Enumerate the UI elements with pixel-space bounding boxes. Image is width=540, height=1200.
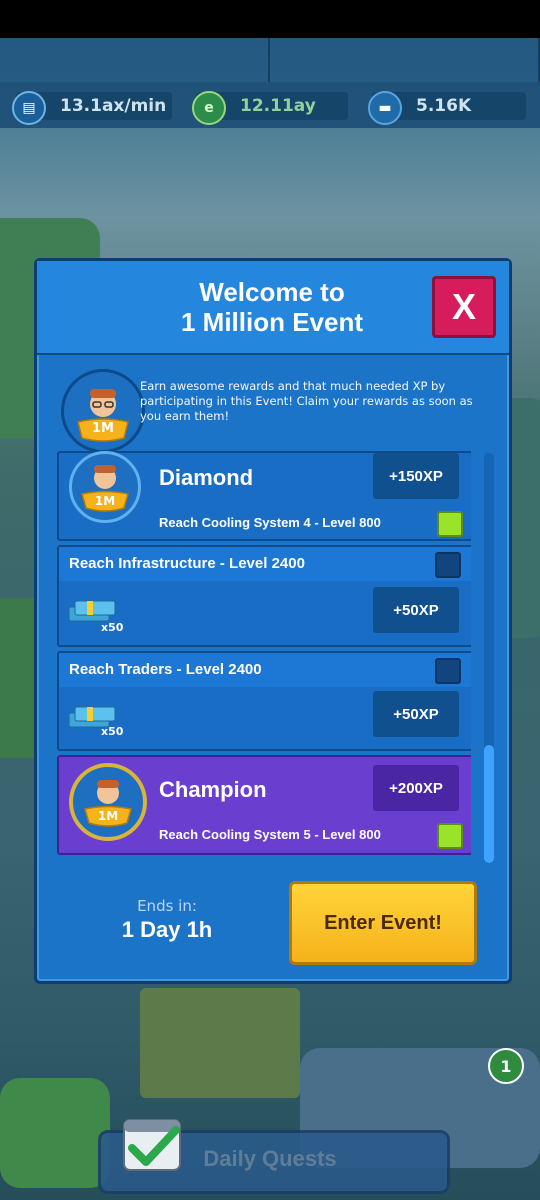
eco-coin-icon: e: [192, 91, 226, 125]
crane-structure: [140, 988, 300, 1098]
tree-cluster: [0, 1078, 110, 1188]
status-bar: [0, 0, 540, 38]
tier-name: Diamond: [159, 465, 254, 490]
eco-coins-value: 12.11ay: [240, 96, 316, 116]
badge-label: 1M: [94, 494, 116, 508]
badge-label: 1M: [92, 421, 114, 436]
reward-quantity: x50: [101, 621, 124, 634]
task-title: Reach Infrastructure - Level 2400: [69, 555, 305, 572]
badge-label: 1M: [97, 809, 119, 823]
milestone-list[interactable]: 1M Diamond +150XP Reach Cooling System 4…: [51, 451, 471, 861]
reward-quantity: x50: [101, 725, 124, 738]
resource-income[interactable]: ▤ 13.1ax/min: [12, 91, 172, 125]
enter-event-button[interactable]: Enter Event!: [289, 881, 477, 965]
ends-in-value: 1 Day 1h: [121, 917, 213, 942]
tier-name: Champion: [159, 777, 267, 802]
title-line-1: Welcome to: [199, 277, 345, 307]
xp-reward: +150XP: [373, 453, 459, 499]
ends-in-label: Ends in:: [137, 897, 197, 915]
event-description: Earn awesome rewards and that much neede…: [140, 379, 473, 423]
tier-requirement: Reach Cooling System 4 - Level 800: [159, 515, 381, 530]
close-button[interactable]: X: [432, 276, 496, 338]
xp-reward: +200XP: [373, 765, 459, 811]
event-mascot-avatar: 1M: [61, 369, 145, 453]
tier-requirement: Reach Cooling System 5 - Level 800: [159, 827, 381, 842]
xp-reward: +50XP: [373, 587, 459, 633]
diamond-badge-icon: 1M: [69, 451, 141, 523]
task-checkbox: [435, 552, 461, 578]
mascot-icon: [77, 389, 129, 442]
task-title: Reach Traders - Level 2400: [69, 661, 262, 678]
milestone-diamond: 1M Diamond +150XP Reach Cooling System 4…: [57, 451, 471, 541]
milestone-task: Reach Infrastructure - Level 2400 x50 +5…: [57, 545, 471, 647]
notification-badge[interactable]: 1: [488, 1048, 524, 1084]
close-icon: X: [451, 286, 476, 327]
resource-eco-coins[interactable]: e 12.11ay: [192, 91, 348, 125]
stock-ticker-icon: ▤: [12, 91, 46, 125]
completed-checkbox: [437, 511, 463, 537]
xp-reward: +50XP: [373, 691, 459, 737]
scrollbar-thumb[interactable]: [484, 745, 494, 863]
resource-cash[interactable]: ▬ 5.16K: [368, 91, 526, 125]
list-scrollbar[interactable]: [484, 453, 494, 863]
milestone-champion: 1M Champion +200XP Reach Cooling System …: [57, 755, 471, 855]
milestone-task: Reach Traders - Level 2400 x50 +50XP: [57, 651, 471, 751]
cash-bundle-icon: ▬: [368, 91, 402, 125]
modal-title: Welcome to 1 Million Event: [97, 277, 447, 337]
daily-quests-label: Daily Quests: [203, 1146, 337, 1171]
completed-checkbox: [437, 823, 463, 849]
modal-header: Welcome to 1 Million Event X: [37, 261, 509, 355]
champion-badge-icon: 1M: [69, 763, 147, 841]
task-checkbox: [435, 658, 461, 684]
cash-value: 5.16K: [416, 96, 472, 116]
income-value: 13.1ax/min: [60, 96, 167, 116]
event-modal: Welcome to 1 Million Event X 1M Earn awe…: [34, 258, 512, 984]
title-line-2: 1 Million Event: [180, 307, 364, 337]
